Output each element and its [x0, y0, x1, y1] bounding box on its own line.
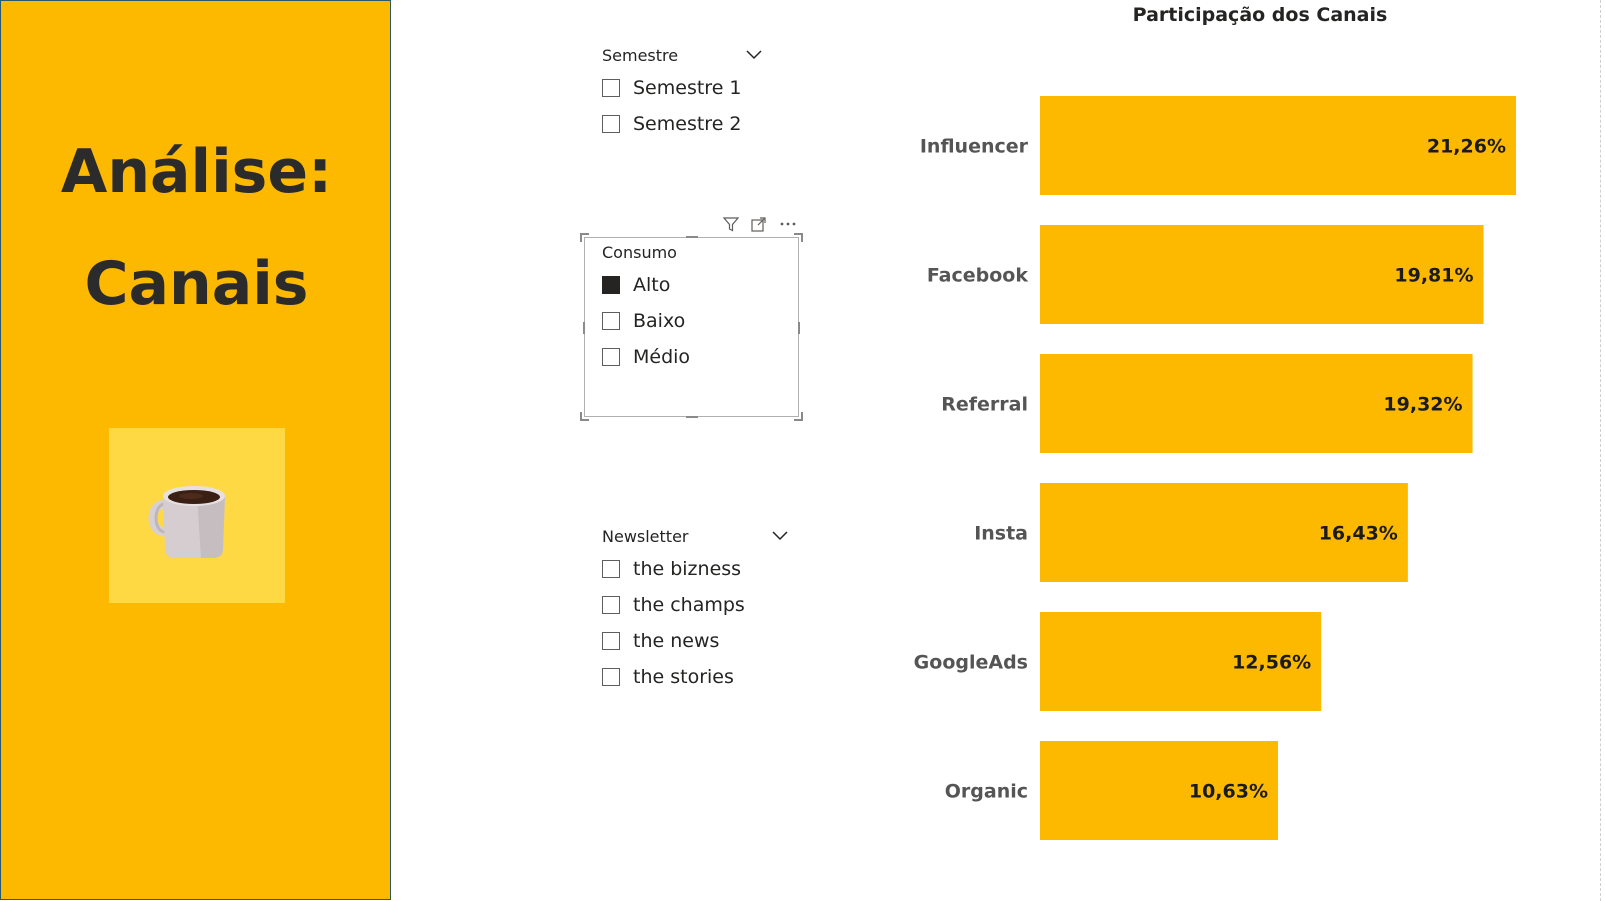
category-label: Facebook: [927, 265, 1029, 287]
channel-share-bar-chart: Influencer 21,26% Facebook 19,81% Referral 19…: [914, 96, 1516, 840]
data-label: 16,43%: [1319, 523, 1398, 545]
data-label: 21,26%: [1427, 136, 1506, 158]
data-label: 19,32%: [1383, 394, 1462, 416]
report-page: Análise: Canais Semestre Semestre 1 Seme…: [0, 0, 1605, 901]
data-label: 19,81%: [1394, 265, 1473, 287]
category-label: GoogleAds: [914, 652, 1028, 674]
category-label: Insta: [974, 523, 1028, 545]
canvas-edge: [1600, 0, 1603, 901]
category-label: Organic: [945, 781, 1028, 803]
data-label: 10,63%: [1189, 781, 1268, 803]
category-label: Influencer: [920, 136, 1029, 158]
category-label: Referral: [941, 394, 1028, 416]
data-label: 12,56%: [1232, 652, 1311, 674]
